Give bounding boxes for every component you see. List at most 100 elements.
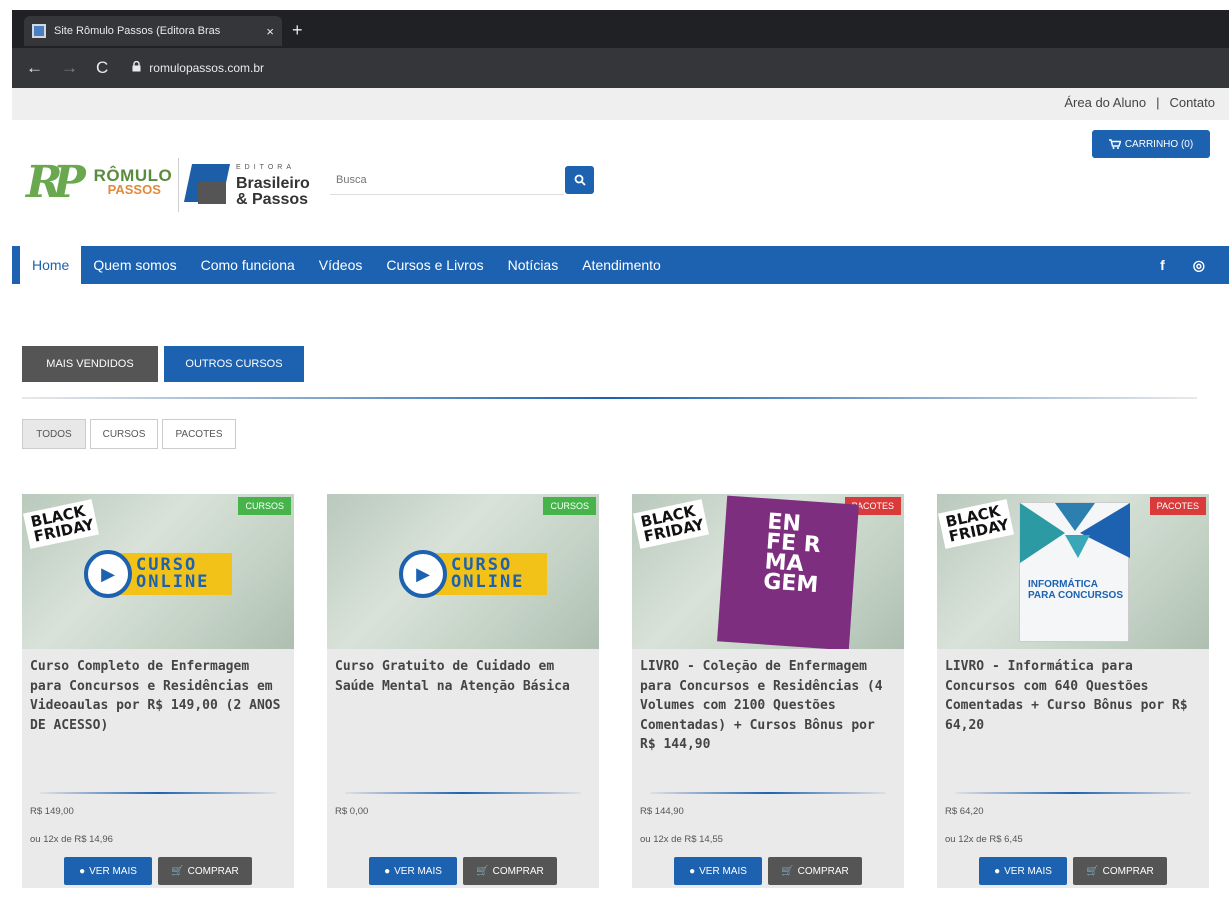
product-card[interactable]: CURSOS BLACK FRIDAY ▶ CURSO ONLINE Curso… bbox=[22, 494, 294, 888]
product-title[interactable]: Curso Gratuito de Cuidado em Saúde Menta… bbox=[335, 657, 593, 696]
editora-top-label: EDITORA bbox=[236, 164, 295, 171]
editora-mark-icon bbox=[183, 160, 231, 208]
product-image[interactable]: CURSOS ▶ CURSO ONLINE bbox=[327, 494, 599, 649]
category-badge: PACOTES bbox=[1149, 497, 1206, 515]
play-icon: ▶ bbox=[84, 550, 132, 598]
card-divider bbox=[650, 792, 886, 794]
romulo-passos-logo[interactable]: RP RÔMULO PASSOS bbox=[26, 157, 172, 208]
product-card[interactable]: CURSOS ▶ CURSO ONLINE Curso Gratuito de … bbox=[327, 494, 599, 888]
favicon-icon bbox=[32, 24, 46, 38]
logo-monogram: RP bbox=[26, 157, 86, 208]
search-icon bbox=[574, 174, 586, 186]
main-nav: Home Quem somos Como funciona Vídeos Cur… bbox=[12, 246, 1229, 284]
nav-item-quem-somos[interactable]: Quem somos bbox=[81, 246, 188, 284]
tab-close-icon[interactable]: × bbox=[266, 24, 274, 39]
browser-toolbar: ← → C romulopassos.com.br bbox=[12, 48, 1229, 88]
area-do-aluno-link[interactable]: Área do Aluno bbox=[1064, 95, 1146, 110]
social-links: f ◎ bbox=[1160, 246, 1205, 284]
nav-item-videos[interactable]: Vídeos bbox=[307, 246, 375, 284]
tab-mais-vendidos[interactable]: MAIS VENDIDOS bbox=[22, 346, 158, 382]
card-divider bbox=[40, 792, 276, 794]
ver-mais-label: VER MAIS bbox=[699, 865, 747, 877]
product-card[interactable]: PACOTES INFORMÁTICA PARA CONCURSOS BLACK… bbox=[937, 494, 1209, 888]
new-tab-icon[interactable]: + bbox=[292, 20, 303, 41]
black-friday-stamp: BLACK FRIDAY bbox=[938, 499, 1014, 549]
info-icon: ● bbox=[689, 865, 696, 877]
category-badge: CURSOS bbox=[543, 497, 596, 515]
comprar-label: COMPRAR bbox=[797, 865, 849, 877]
cart-label: CARRINHO (0) bbox=[1124, 138, 1194, 150]
product-price: R$ 149,00 bbox=[30, 806, 74, 817]
search-button[interactable] bbox=[565, 166, 594, 194]
product-image[interactable]: PACOTES EN FE R MA GEM BLACK FRIDAY bbox=[632, 494, 904, 649]
ver-mais-label: VER MAIS bbox=[89, 865, 137, 877]
product-price: R$ 144,90 bbox=[640, 806, 684, 817]
tab-outros-cursos[interactable]: OUTROS CURSOS bbox=[164, 346, 304, 382]
product-installments: ou 12x de R$ 14,55 bbox=[640, 834, 723, 845]
cart-button[interactable]: CARRINHO (0) bbox=[1092, 130, 1210, 158]
product-image[interactable]: CURSOS BLACK FRIDAY ▶ CURSO ONLINE bbox=[22, 494, 294, 649]
cart-icon: 🛒 bbox=[476, 865, 489, 877]
forward-arrow-icon[interactable]: → bbox=[61, 58, 78, 78]
filter-todos[interactable]: TODOS bbox=[22, 419, 86, 449]
ver-mais-label: VER MAIS bbox=[1004, 865, 1052, 877]
nav-item-atendimento[interactable]: Atendimento bbox=[570, 246, 673, 284]
book-cover-text: EN FE R MA GEM bbox=[762, 509, 822, 599]
info-icon: ● bbox=[79, 865, 86, 877]
product-title[interactable]: Curso Completo de Enfermagem para Concur… bbox=[30, 657, 288, 735]
editora-logo[interactable]: EDITORA Brasileiro & Passos bbox=[183, 160, 310, 208]
nav-item-home[interactable]: Home bbox=[20, 246, 82, 284]
info-icon: ● bbox=[384, 865, 391, 877]
nav-item-como-funciona[interactable]: Como funciona bbox=[189, 246, 307, 284]
category-badge: CURSOS bbox=[238, 497, 291, 515]
comprar-button[interactable]: 🛒 COMPRAR bbox=[1073, 857, 1167, 885]
comprar-label: COMPRAR bbox=[1102, 865, 1154, 877]
contato-link[interactable]: Contato bbox=[1169, 95, 1215, 110]
comprar-button[interactable]: 🛒 COMPRAR bbox=[463, 857, 557, 885]
book-triangles bbox=[1020, 503, 1130, 563]
product-card[interactable]: PACOTES EN FE R MA GEM BLACK FRIDAY LIVR… bbox=[632, 494, 904, 888]
top-links: Área do Aluno | Contato bbox=[1064, 95, 1215, 110]
product-image[interactable]: PACOTES INFORMÁTICA PARA CONCURSOS BLACK… bbox=[937, 494, 1209, 649]
facebook-icon[interactable]: f bbox=[1160, 257, 1165, 273]
product-title[interactable]: LIVRO - Informática para Concursos com 6… bbox=[945, 657, 1203, 735]
ver-mais-button[interactable]: ● VER MAIS bbox=[64, 857, 152, 885]
product-title[interactable]: LIVRO - Coleção de Enfermagem para Concu… bbox=[640, 657, 898, 755]
comprar-label: COMPRAR bbox=[492, 865, 544, 877]
comprar-button[interactable]: 🛒 COMPRAR bbox=[158, 857, 252, 885]
browser-tab[interactable]: Site Rômulo Passos (Editora Bras × bbox=[24, 16, 282, 46]
browser-chrome: Site Rômulo Passos (Editora Bras × + ← →… bbox=[12, 10, 1229, 88]
logo-subname: PASSOS bbox=[107, 182, 161, 197]
comprar-button[interactable]: 🛒 COMPRAR bbox=[768, 857, 862, 885]
comprar-label: COMPRAR bbox=[187, 865, 239, 877]
address-bar[interactable]: romulopassos.com.br bbox=[149, 61, 264, 75]
ver-mais-button[interactable]: ● VER MAIS bbox=[979, 857, 1067, 885]
black-friday-stamp: BLACK FRIDAY bbox=[23, 499, 99, 549]
ver-mais-label: VER MAIS bbox=[394, 865, 442, 877]
product-price: R$ 0,00 bbox=[335, 806, 369, 817]
filter-pacotes[interactable]: PACOTES bbox=[162, 419, 236, 449]
nav-item-noticias[interactable]: Notícias bbox=[496, 246, 571, 284]
instagram-icon[interactable]: ◎ bbox=[1193, 257, 1205, 274]
reload-icon[interactable]: C bbox=[96, 58, 108, 78]
book-cover: EN FE R MA GEM bbox=[717, 495, 859, 649]
book-cover: INFORMÁTICA PARA CONCURSOS bbox=[1019, 502, 1130, 642]
editora-name-2: & Passos bbox=[236, 191, 309, 208]
ver-mais-button[interactable]: ● VER MAIS bbox=[369, 857, 457, 885]
top-bar: Área do Aluno | Contato bbox=[12, 88, 1229, 120]
tab-title: Site Rômulo Passos (Editora Bras bbox=[54, 25, 221, 37]
editora-name: Brasileiro bbox=[236, 175, 310, 192]
back-arrow-icon[interactable]: ← bbox=[26, 58, 43, 78]
lock-icon[interactable] bbox=[132, 60, 141, 75]
top-links-separator: | bbox=[1156, 95, 1160, 110]
cart-icon: 🛒 bbox=[171, 865, 184, 877]
search-input[interactable] bbox=[330, 165, 564, 195]
card-divider bbox=[955, 792, 1191, 794]
product-price: R$ 64,20 bbox=[945, 806, 984, 817]
nav-item-cursos-e-livros[interactable]: Cursos e Livros bbox=[374, 246, 495, 284]
ver-mais-button[interactable]: ● VER MAIS bbox=[674, 857, 762, 885]
cart-icon bbox=[1108, 139, 1121, 149]
filter-cursos[interactable]: CURSOS bbox=[90, 419, 158, 449]
info-icon: ● bbox=[994, 865, 1001, 877]
card-divider bbox=[345, 792, 581, 794]
